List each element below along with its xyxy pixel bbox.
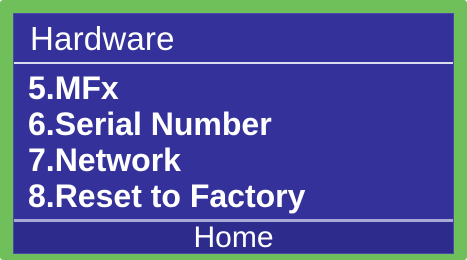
menu-item-serial-number[interactable]: 6.Serial Number xyxy=(14,106,453,142)
device-bezel: Hardware 5.MFx 6.Serial Number 7.Network… xyxy=(0,0,467,260)
home-button-label: Home xyxy=(193,221,274,254)
menu-item-mfx[interactable]: 5.MFx xyxy=(14,70,453,106)
lcd-screen: Hardware 5.MFx 6.Serial Number 7.Network… xyxy=(13,13,454,254)
hardware-menu: 5.MFx 6.Serial Number 7.Network 8.Reset … xyxy=(14,70,453,214)
home-button[interactable]: Home xyxy=(14,219,453,253)
page-title: Hardware xyxy=(30,20,175,57)
menu-item-network[interactable]: 7.Network xyxy=(14,142,453,178)
menu-item-reset-to-factory[interactable]: 8.Reset to Factory xyxy=(14,178,453,214)
screen-header: Hardware xyxy=(14,14,453,64)
